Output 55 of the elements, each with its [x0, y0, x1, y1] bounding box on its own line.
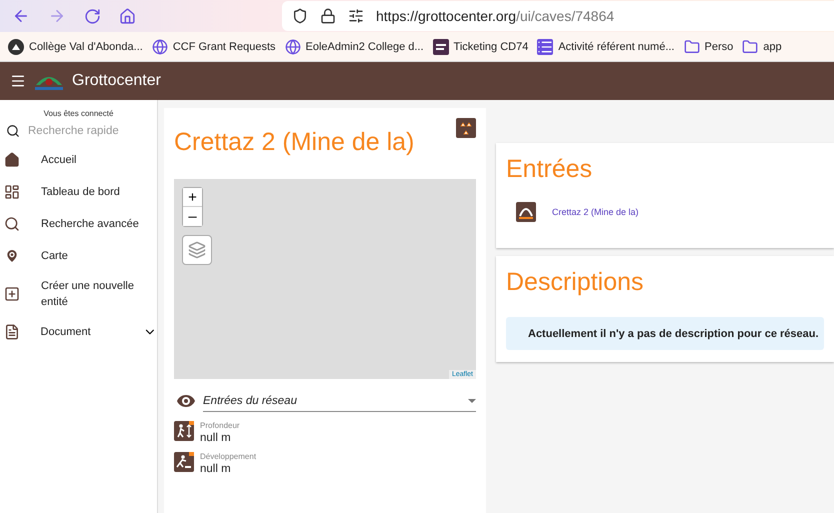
cave-title: Crettaz 2 (Mine de la) [174, 128, 414, 157]
reload-button[interactable] [84, 8, 101, 24]
shield-icon [292, 8, 308, 24]
layers-button[interactable] [182, 235, 212, 265]
search-icon [4, 216, 20, 232]
bookmark-link[interactable]: Collège Val d'Abonda... [29, 40, 143, 52]
app-title: Grottocenter [72, 72, 161, 90]
document-icon [4, 324, 20, 340]
property-value: null m [200, 463, 232, 475]
nav-item[interactable]: Carte [0, 240, 157, 272]
add-icon [4, 286, 20, 302]
card-title: Entrées [506, 155, 594, 184]
dashboard-icon [4, 184, 20, 200]
tile-icon [432, 38, 449, 54]
notice-text: Actuellement il n'y a pas de description pour ce réseau. [528, 328, 819, 340]
bookmark-link[interactable]: Ticketing CD74 [454, 40, 528, 52]
zoom-in-button[interactable]: + [183, 188, 202, 207]
property-value: null m [200, 432, 232, 444]
search-icon [6, 124, 20, 138]
bookmark-link[interactable]: app [763, 40, 782, 52]
globe-icon [284, 38, 301, 54]
bookmark-link[interactable]: EoleAdmin2 College d... [306, 40, 424, 52]
nav-item[interactable]: Accueil [0, 144, 157, 176]
length-icon [174, 452, 194, 472]
list-icon [537, 38, 554, 54]
home-button[interactable] [119, 8, 136, 24]
caret-icon [468, 398, 476, 402]
globe-icon [152, 38, 168, 54]
login-status: Vous êtes connecté [44, 109, 114, 118]
menu-icon[interactable] [10, 73, 26, 89]
search-field[interactable]: Recherche rapide [26, 124, 146, 138]
card-title: Descriptions [506, 268, 645, 297]
lock-icon [320, 8, 336, 24]
nav-item[interactable]: Créer une nouvelle entité [0, 272, 157, 316]
home-icon [4, 152, 20, 168]
network-icon [456, 118, 476, 138]
bookmark-link[interactable]: Perso [704, 40, 734, 52]
nav-item[interactable]: Recherche avancée [0, 208, 157, 240]
entrance-icon [516, 202, 536, 222]
layers-icon [188, 241, 206, 259]
permissions-icon[interactable] [348, 8, 364, 24]
depth-icon [174, 421, 194, 441]
entrance-link[interactable]: Crettaz 2 (Mine de la) [552, 207, 639, 217]
layer-select[interactable]: Entrées du réseau [203, 390, 476, 412]
bookmark-link[interactable]: CCF Grant Requests [172, 40, 276, 52]
property-label: Développement [200, 452, 256, 461]
nav-item[interactable]: Document [0, 316, 157, 348]
back-button[interactable] [12, 7, 30, 25]
logo-icon [8, 38, 24, 54]
folder-icon [742, 38, 758, 54]
nav-item[interactable]: Tableau de bord [0, 176, 157, 208]
pin-icon [4, 248, 20, 264]
property-label: Profondeur [200, 421, 240, 430]
folder-icon [684, 38, 700, 54]
bookmark-link[interactable]: Activité référent numé... [558, 40, 674, 52]
